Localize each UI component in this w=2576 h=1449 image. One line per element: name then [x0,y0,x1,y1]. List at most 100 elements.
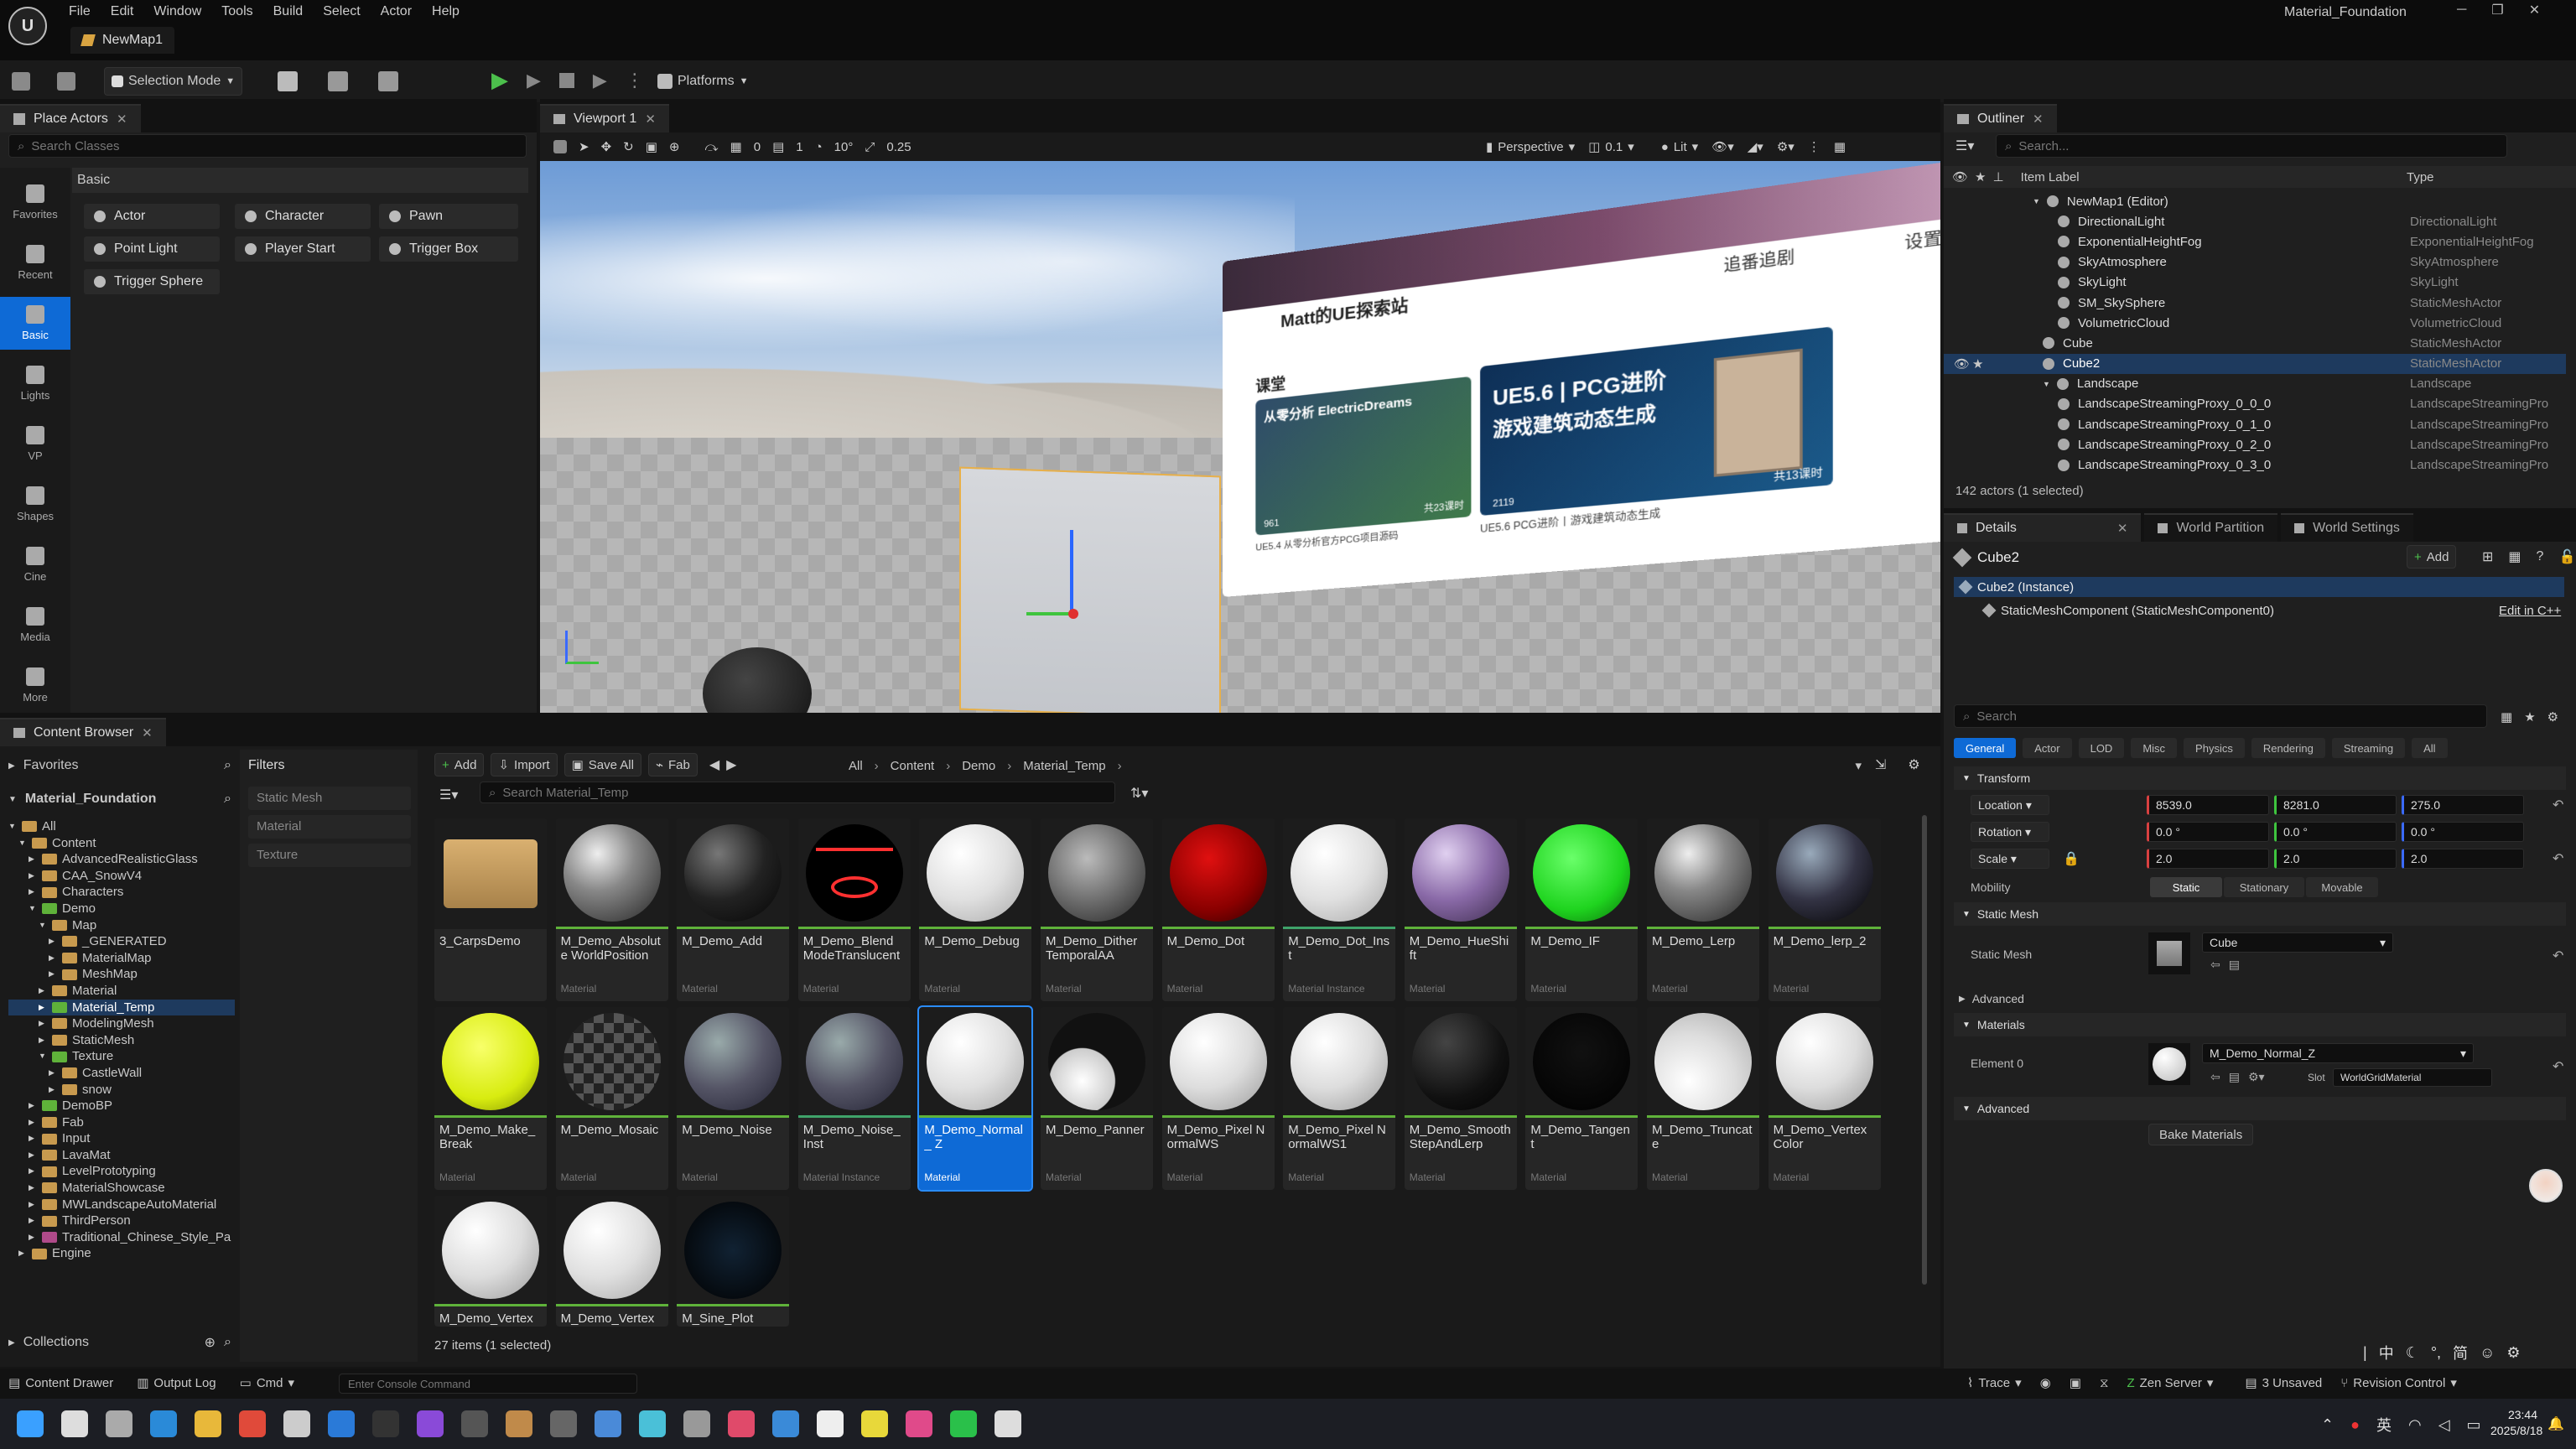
material-options-icon[interactable]: ⚙▾ [2248,1070,2265,1084]
performance-icon[interactable]: ◢▾ [1748,139,1763,154]
asset-tile[interactable]: M_Demo_IF Material [1525,818,1639,1001]
place-item-pawn[interactable]: Pawn [379,204,518,229]
sidebar-item-lights[interactable]: Lights [0,366,70,402]
outliner-row[interactable]: ExponentialHeightFog ExponentialHeightFog [1944,231,2566,252]
sidebar-item-recent[interactable]: Recent [0,245,70,281]
outliner-row[interactable]: ▼ Landscape Landscape [1944,374,2566,394]
category-physics[interactable]: Physics [2184,738,2245,758]
close-icon[interactable]: ✕ [2117,521,2128,536]
outliner-row[interactable]: LandscapeStreamingProxy_0_2_0 LandscapeSt… [1944,434,2566,454]
folder-item[interactable]: ▶ Traditional_Chinese_Style_Pa [8,1229,235,1246]
app-paint-icon[interactable] [772,1410,799,1437]
sidebar-item-cine[interactable]: Cine [0,547,70,583]
pin-icon[interactable]: ⊥ [1993,169,2004,184]
chevron-icon[interactable]: ▶ [49,950,57,967]
reset-mesh-icon[interactable]: ↶ [2553,948,2563,964]
asset-tile[interactable]: M_Demo_Smooth StepAndLerp Material [1404,1007,1517,1190]
static-mesh-section[interactable]: ▼ Static Mesh [1954,902,2566,926]
folder-item[interactable]: ▶ ModelingMesh [8,1015,235,1032]
outliner-row[interactable]: LandscapeStreamingProxy_0_1_0 LandscapeSt… [1944,414,2566,434]
transform-gizmo-y[interactable] [1026,612,1073,615]
outliner-row[interactable]: VolumetricCloud VolumetricCloud [1944,313,2566,333]
world-local-icon[interactable]: ⊕ [669,139,680,154]
chevron-icon[interactable]: ▶ [39,1015,47,1032]
asset-tile[interactable]: M_Demo_Lerp Material [1647,818,1759,1001]
asset-tile[interactable]: M_Demo_Pixel NormalWS Material [1161,1007,1275,1190]
chevron-icon[interactable]: ▶ [18,1245,27,1262]
component-row[interactable]: StaticMeshComponent (StaticMeshComponent… [1954,600,2564,621]
filter-material[interactable]: Material [248,815,411,839]
output-log-button[interactable]: ▥ Output Log [137,1375,216,1391]
cmd-dropdown[interactable]: ▭ Cmd ▾ [240,1375,294,1391]
folder-item[interactable]: ▶ ThirdPerson [8,1213,235,1229]
rotation-dropdown[interactable]: Rotation ▾ [1971,822,2049,842]
mobility-stationary[interactable]: Stationary [2224,877,2304,897]
tab-world-partition[interactable]: World Partition [2144,513,2278,542]
folder-item[interactable]: ▶ Material_Temp [8,999,235,1016]
chevron-icon[interactable]: ▶ [29,1114,37,1131]
search-icon[interactable] [61,1410,88,1437]
asset-tile[interactable]: M_Demo_Noise_ Inst Material Instance [797,1007,911,1190]
clock[interactable]: 23:44 2025/8/18 [2490,1407,2542,1439]
help-icon[interactable]: ? [2537,549,2544,564]
filter-static-mesh[interactable]: Static Mesh [248,787,411,810]
reset-location-icon[interactable]: ↶ [2553,797,2563,813]
chevron-down-icon[interactable]: ▼ [2033,197,2040,205]
place-item-trigger-box[interactable]: Trigger Box [379,236,518,262]
asset-tile[interactable]: M_Demo_Truncate Material [1647,1007,1759,1190]
menu-edit[interactable]: Edit [101,4,144,19]
menu-file[interactable]: File [59,4,101,19]
folder-item[interactable]: ▶ DemoBP [8,1098,235,1114]
menu-build[interactable]: Build [263,4,314,19]
chevron-icon[interactable]: ▼ [39,917,47,934]
folder-item[interactable]: ▶ StaticMesh [8,1032,235,1049]
grid-snap-icon[interactable]: ▦ [730,139,742,154]
breadcrumb-item[interactable]: Content [891,759,935,773]
app-vs2-icon[interactable] [595,1410,621,1437]
dock-icon[interactable]: ⇲ [1875,756,1886,773]
outliner-row[interactable]: SkyAtmosphere SkyAtmosphere [1944,252,2566,273]
bake-materials-button[interactable]: Bake Materials [2148,1124,2254,1145]
layout-icon[interactable]: ▦ [1834,139,1846,154]
asset-tile[interactable]: M_Demo_Vertex Color Material [1768,1007,1881,1190]
chevron-icon[interactable]: ▼ [29,901,37,917]
chevron-icon[interactable]: ▶ [29,1098,37,1114]
grid-icon[interactable]: ▦ [2508,548,2521,565]
cinematics-icon[interactable] [378,71,399,91]
sidebar-item-media[interactable]: Media [0,607,70,643]
tab-viewport-1[interactable]: Viewport 1 ✕ [540,104,669,132]
explorer-icon[interactable] [195,1410,221,1437]
browse-folder-icon[interactable]: ▤ [2229,958,2240,972]
type-header[interactable]: Type [2407,170,2434,184]
select-tool-icon[interactable]: ➤ [579,139,589,154]
table-view-icon[interactable]: ▦ [2501,709,2512,724]
unreal-icon[interactable] [817,1410,844,1437]
unsaved-button[interactable]: ▤ 3 Unsaved [2245,1375,2322,1391]
step-icon[interactable]: ▶ [527,70,541,91]
blueprint-icon[interactable] [328,71,349,91]
zen-server-dropdown[interactable]: Z Zen Server ▾ [2127,1375,2213,1391]
eject-icon[interactable]: ▶ [593,70,607,91]
folder-tile[interactable]: 3_CarpsDemo [434,818,547,1001]
app-gear-icon[interactable] [683,1410,710,1437]
sidebar-item-basic[interactable]: Basic [0,297,70,350]
folder-item[interactable]: ▶ Fab [8,1114,235,1131]
location-y[interactable]: 8281.0 [2274,795,2397,815]
browse-folder-icon[interactable]: ▤ [2229,1070,2240,1084]
asset-tile[interactable]: M_Demo_Debug Material [919,818,1032,1001]
use-selected-icon[interactable]: ⇦ [2210,958,2220,972]
close-icon[interactable]: ✕ [2033,112,2044,127]
perspective-dropdown[interactable]: ▮ Perspective ▾ [1486,139,1575,155]
folder-item[interactable]: ▼ Texture [8,1048,235,1065]
settings-icon[interactable]: ⚙ [1908,756,1919,773]
asset-tile[interactable]: M_Demo_Dither TemporalAA Material [1041,818,1153,1001]
outliner-search-input[interactable]: ⌕ Search... [1996,134,2507,158]
more-options-icon[interactable]: ⋮ [626,70,644,91]
sidebar-item-vp[interactable]: VP [0,426,70,462]
chevron-icon[interactable]: ▶ [29,1163,37,1180]
close-icon[interactable]: ✕ [645,112,656,127]
chevron-icon[interactable]: ▶ [29,1213,37,1229]
tab-outliner[interactable]: Outliner ✕ [1944,104,2057,132]
blueprint-icon[interactable]: ⊞ [2482,548,2493,565]
selected-cube[interactable] [959,466,1221,714]
